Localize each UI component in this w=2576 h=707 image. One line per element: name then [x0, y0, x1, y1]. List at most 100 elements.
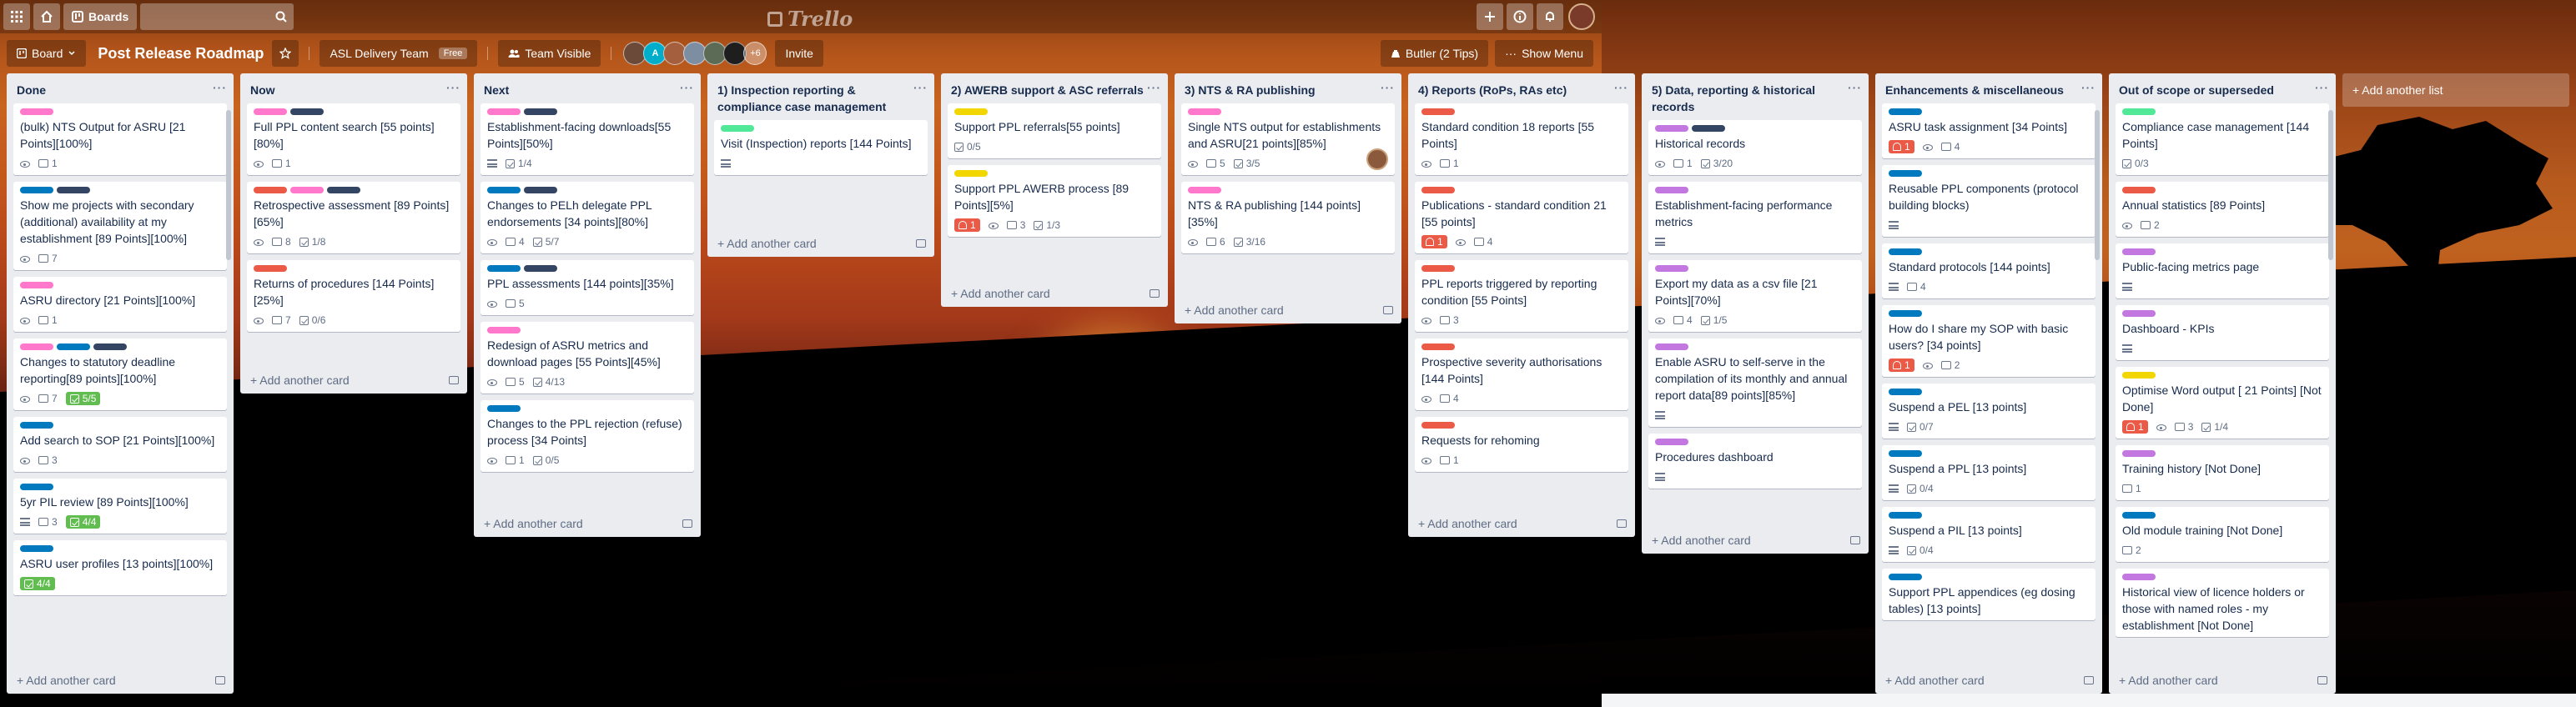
card-label-yellow[interactable]	[954, 108, 988, 115]
list-scrollbar[interactable]	[2095, 110, 2100, 260]
card[interactable]: Training history [Not Done] 1	[2116, 445, 2329, 500]
card-label-purple[interactable]	[1655, 125, 1688, 132]
card-label-blue[interactable]	[57, 343, 90, 350]
card[interactable]: How do I share my SOP with basic users? …	[1882, 305, 2096, 377]
plus-icon[interactable]	[1477, 3, 1503, 30]
show-menu-button[interactable]: ··· Show Menu	[1495, 40, 1593, 67]
card-label-red[interactable]	[1421, 108, 1455, 115]
card[interactable]: Single NTS output for establishments and…	[1181, 103, 1395, 175]
card[interactable]: Suspend a PEL [13 points] 0/7	[1882, 384, 2096, 439]
card-label-red[interactable]	[254, 187, 287, 193]
card-template-icon[interactable]	[2084, 676, 2094, 684]
card-label-yellow[interactable]	[2122, 372, 2156, 379]
list-title[interactable]: 5) Data, reporting & historical records	[1652, 82, 1848, 115]
card[interactable]: Export my data as a csv file [21 Points]…	[1648, 260, 1862, 332]
card[interactable]: Procedures dashboard	[1648, 434, 1862, 489]
card-label-blue[interactable]	[1889, 248, 1922, 255]
card[interactable]: (bulk) NTS Output for ASRU [21 Points][1…	[13, 103, 227, 175]
add-card-button[interactable]: + Add another card	[707, 232, 934, 257]
star-button[interactable]	[272, 40, 299, 67]
card-label-red[interactable]	[254, 265, 287, 272]
card-label-navy[interactable]	[1692, 125, 1725, 132]
card-label-red[interactable]	[1421, 422, 1455, 429]
card-label-pink[interactable]	[290, 187, 324, 193]
info-icon[interactable]	[1507, 3, 1533, 30]
list-title[interactable]: Out of scope or superseded	[2119, 82, 2274, 98]
add-card-button[interactable]: + Add another card	[1875, 669, 2102, 694]
card[interactable]: Changes to the PPL rejection (refuse) pr…	[480, 400, 694, 472]
card[interactable]: ASRU directory [21 Points][100%] 1	[13, 277, 227, 332]
card-label-blue[interactable]	[1889, 450, 1922, 457]
card-label-purple[interactable]	[2122, 450, 2156, 457]
card-template-icon[interactable]	[1150, 289, 1160, 298]
card[interactable]: Annual statistics [89 Points] 2	[2116, 182, 2329, 237]
card-label-navy[interactable]	[524, 265, 557, 272]
apps-icon[interactable]	[3, 3, 30, 30]
card-label-blue[interactable]	[1889, 574, 1922, 580]
list-menu-icon[interactable]: ···	[213, 82, 227, 93]
card[interactable]: Support PPL AWERB process [89 Points][5%…	[948, 165, 1161, 237]
card-label-blue[interactable]	[1889, 512, 1922, 519]
card[interactable]: ASRU task assignment [34 Points] 1 4	[1882, 103, 2096, 158]
team-button[interactable]: ASL Delivery Team Free	[319, 40, 478, 67]
card-label-pink[interactable]	[20, 108, 53, 115]
card-label-purple[interactable]	[1655, 343, 1688, 350]
trello-logo[interactable]: Trello	[767, 7, 853, 31]
card-label-navy[interactable]	[290, 108, 324, 115]
card[interactable]: PPL assessments [144 points][35%] 5	[480, 260, 694, 315]
card-label-red[interactable]	[1421, 343, 1455, 350]
card[interactable]: Old module training [Not Done] 2	[2116, 507, 2329, 562]
list-menu-icon[interactable]: ···	[2315, 82, 2329, 93]
list-menu-icon[interactable]: ···	[1614, 82, 1628, 93]
card[interactable]: Requests for rehoming 1	[1415, 417, 1628, 472]
card-label-pink[interactable]	[20, 282, 53, 288]
add-card-button[interactable]: + Add another card	[1175, 298, 1401, 323]
card[interactable]: Visit (Inspection) reports [144 Points]	[714, 120, 928, 175]
card-label-purple[interactable]	[2122, 248, 2156, 255]
invite-button[interactable]: Invite	[775, 40, 823, 67]
card-label-purple[interactable]	[2122, 310, 2156, 317]
add-card-button[interactable]: + Add another card	[1408, 512, 1635, 537]
card-template-icon[interactable]	[1850, 536, 1860, 544]
list-scrollbar[interactable]	[226, 110, 231, 260]
card-label-pink[interactable]	[1188, 187, 1221, 193]
home-icon[interactable]	[33, 3, 60, 30]
member-overflow[interactable]: +6	[743, 42, 767, 65]
list-menu-icon[interactable]: ···	[2081, 82, 2096, 93]
card[interactable]: Public-facing metrics page	[2116, 243, 2329, 298]
card[interactable]: Dashboard - KPIs	[2116, 305, 2329, 360]
boards-button[interactable]: Boards	[63, 3, 138, 30]
card[interactable]: Support PPL referrals[55 points] 0/5	[948, 103, 1161, 158]
search-box[interactable]	[140, 3, 294, 30]
card-label-blue[interactable]	[487, 265, 521, 272]
card-template-icon[interactable]	[682, 519, 692, 528]
card-label-red[interactable]	[2122, 187, 2156, 193]
card[interactable]: Show me projects with secondary (additio…	[13, 182, 227, 270]
list-title[interactable]: 4) Reports (RoPs, RAs etc)	[1418, 82, 1567, 98]
card[interactable]: Returns of procedures [144 Points][25%] 7…	[247, 260, 460, 332]
add-card-button[interactable]: + Add another card	[7, 669, 234, 694]
card-label-pink[interactable]	[20, 343, 53, 350]
board-title[interactable]: Post Release Roadmap	[89, 40, 272, 67]
card-member-avatar[interactable]	[1366, 148, 1388, 170]
visibility-button[interactable]: Team Visible	[498, 40, 601, 67]
card[interactable]: Full PPL content search [55 points][80%]…	[247, 103, 460, 175]
card-label-red[interactable]	[1421, 187, 1455, 193]
card-label-navy[interactable]	[327, 187, 360, 193]
card-label-blue[interactable]	[20, 422, 53, 429]
card-label-blue[interactable]	[487, 187, 521, 193]
card[interactable]: Optimise Word output [ 21 Points] [Not D…	[2116, 367, 2329, 439]
card-label-pink[interactable]	[1188, 108, 1221, 115]
card[interactable]: Establishment-facing downloads[55 Points…	[480, 103, 694, 175]
card[interactable]: Historical records 1 3/20	[1648, 120, 1862, 175]
card-template-icon[interactable]	[1617, 519, 1627, 528]
user-avatar[interactable]	[1568, 3, 1595, 30]
card-label-blue[interactable]	[1889, 170, 1922, 177]
card-template-icon[interactable]	[2317, 676, 2327, 684]
card-label-purple[interactable]	[1655, 265, 1688, 272]
butler-button[interactable]: Butler (2 Tips)	[1380, 40, 1489, 67]
card[interactable]: Suspend a PIL [13 points] 0/4	[1882, 507, 2096, 562]
card-label-navy[interactable]	[524, 108, 557, 115]
card[interactable]: Establishment-facing performance metrics	[1648, 182, 1862, 253]
card-label-blue[interactable]	[2122, 512, 2156, 519]
